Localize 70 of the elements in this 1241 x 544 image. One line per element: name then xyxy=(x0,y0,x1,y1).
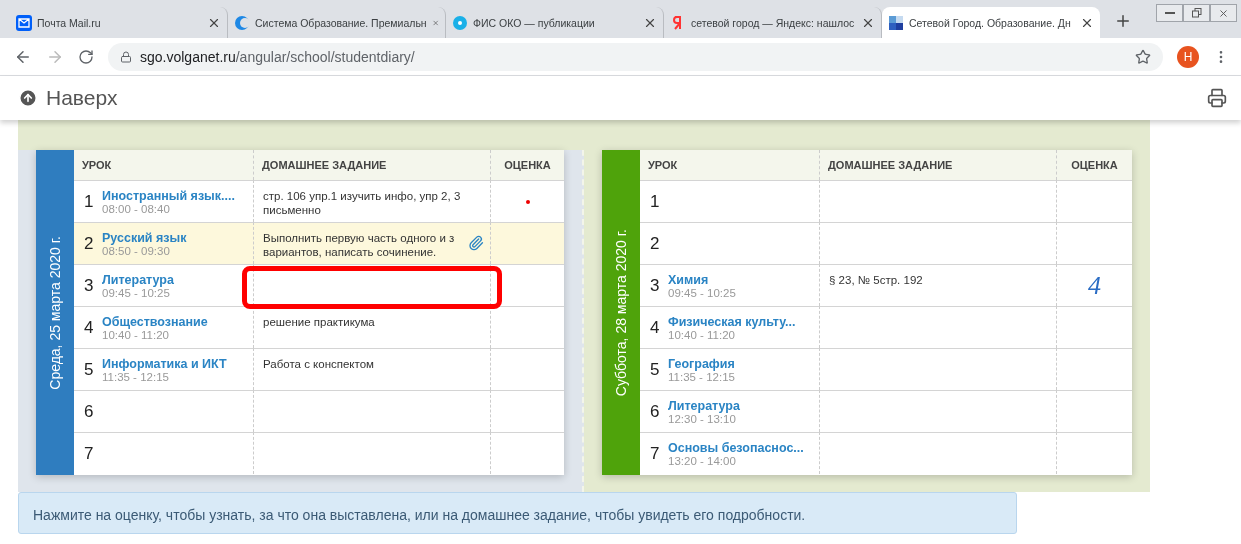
minimize-button[interactable] xyxy=(1156,4,1183,22)
day-label: Среда, 25 марта 2020 г. xyxy=(47,235,63,390)
subject-link[interactable]: Иностранный язык.... xyxy=(102,188,235,203)
minimize-icon xyxy=(1164,11,1175,15)
lesson-time: 08:50 - 09:30 xyxy=(102,244,171,257)
url-host: sgo.volganet.ru xyxy=(140,48,236,65)
lesson-number: 1 xyxy=(84,191,94,212)
mail-icon xyxy=(16,14,32,31)
column-header: ДОМАШНЕЕ ЗАДАНИЕ xyxy=(819,150,1056,180)
lesson-number: 4 xyxy=(84,317,94,338)
lesson-number: 6 xyxy=(650,401,660,422)
lesson-time: 11:35 - 12:15 xyxy=(668,370,735,383)
browser-tab[interactable]: Сетевой Город. Образование. Дн xyxy=(882,7,1100,38)
lesson-number: 5 xyxy=(84,359,94,380)
subject-link[interactable]: География xyxy=(668,356,735,371)
subject-link[interactable]: Основы безопаснос... xyxy=(668,440,804,455)
back-to-top-link[interactable]: Наверх xyxy=(18,86,1207,110)
lesson-number: 5 xyxy=(650,359,660,380)
restore-button[interactable] xyxy=(1183,4,1210,22)
lesson-number: 4 xyxy=(650,317,660,338)
lesson-time: 09:45 - 10:25 xyxy=(102,286,170,299)
reload-icon[interactable] xyxy=(78,48,94,65)
paperclip-icon[interactable] xyxy=(468,235,484,251)
restore-icon xyxy=(1191,8,1202,18)
address-field[interactable]: sgo.volganet.ru/angular/school/studentdiary/ xyxy=(108,42,1163,71)
lesson-time: 08:00 - 08:40 xyxy=(102,202,170,215)
homework-link[interactable]: решение практикума xyxy=(263,315,484,329)
homework-link[interactable]: Выполнить первую часть одного и з вариантов, написать сочинение. xyxy=(263,231,466,259)
subject-link[interactable]: Информатика и ИКТ xyxy=(102,356,227,371)
subject-link[interactable]: Литература xyxy=(102,272,174,287)
column-header: ОЦЕНКА xyxy=(1056,150,1132,180)
lesson-time: 10:40 - 11:20 xyxy=(668,328,736,341)
lesson-time: 10:40 - 11:20 xyxy=(102,328,169,341)
url-path: /angular/school/studentdiary/ xyxy=(235,48,416,65)
lesson-number: 2 xyxy=(650,233,660,254)
day-label: Суббота, 28 марта 2020 г. xyxy=(613,228,629,397)
new-tab-icon[interactable] xyxy=(1114,12,1132,30)
homework-link[interactable]: стр. 106 упр.1 изучить инфо, упр 2, 3 письменно xyxy=(263,189,484,217)
squares-icon xyxy=(888,14,904,31)
print-icon[interactable] xyxy=(1207,88,1227,108)
subject-link[interactable]: Литература xyxy=(668,398,740,413)
subject-link[interactable]: Физическая культу... xyxy=(668,314,796,329)
lesson-time: 11:35 - 12:15 xyxy=(102,370,169,383)
homework-link[interactable]: § 23, № 5стр. 192 xyxy=(829,273,1050,287)
star-icon[interactable] xyxy=(1135,48,1151,65)
lesson-time: 09:45 - 10:25 xyxy=(668,286,736,299)
lesson-number: 6 xyxy=(84,401,94,422)
column-header: УРОК xyxy=(74,150,253,180)
lesson-number: 3 xyxy=(84,275,94,296)
lesson-number: 2 xyxy=(84,233,94,254)
subject-link[interactable]: Русский язык xyxy=(102,230,187,245)
homework-link[interactable]: Работа с конспектом xyxy=(263,357,484,371)
column-header: УРОК xyxy=(640,150,819,180)
lesson-number: 1 xyxy=(650,191,660,212)
hint-message: Нажмите на оценку, чтобы узнать, за что она выставлена, или на домашнее задание, чтобы увидеть его подробности. xyxy=(18,492,1017,534)
crescent-icon xyxy=(234,14,250,31)
lesson-number: 3 xyxy=(650,275,660,296)
lesson-number: 7 xyxy=(84,443,94,464)
column-header: ОЦЕНКА xyxy=(490,150,564,180)
subject-link[interactable]: Химия xyxy=(668,272,736,287)
subject-link[interactable]: Обществознание xyxy=(102,314,208,329)
close-icon xyxy=(1218,7,1229,19)
disc-icon xyxy=(452,14,468,31)
column-header: ДОМАШНЕЕ ЗАДАНИЕ xyxy=(253,150,490,180)
lesson-time: 13:20 - 14:00 xyxy=(668,454,737,467)
lesson-time: 12:30 - 13:10 xyxy=(668,412,736,425)
lock-icon xyxy=(120,50,132,63)
lesson-number: 7 xyxy=(650,443,660,464)
profile-avatar[interactable]: Н xyxy=(1177,45,1199,68)
grade-mark[interactable]: 4 xyxy=(1088,270,1101,301)
